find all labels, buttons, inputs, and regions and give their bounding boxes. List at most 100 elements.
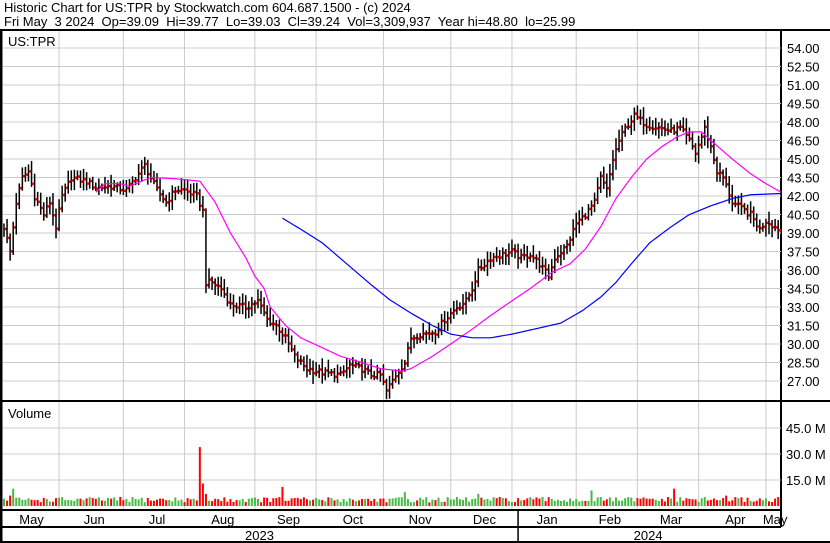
volume-bar [18, 497, 21, 506]
price-tick-label: 37.50 [787, 244, 820, 259]
volume-bar [211, 501, 214, 506]
volume-bar [569, 498, 572, 506]
volume-bar [483, 499, 486, 506]
month-label-oct: Oct [343, 512, 364, 527]
volume-bar [309, 500, 311, 506]
volume-bar [489, 500, 492, 506]
volume-bar [615, 497, 617, 506]
volume-bar [339, 502, 342, 506]
volume-bar [3, 498, 5, 506]
volume-bar [94, 498, 97, 506]
volume-bar [504, 498, 507, 506]
volume-bar [33, 500, 36, 506]
volume-bar [152, 500, 155, 506]
month-label-aug: Aug [211, 512, 234, 527]
price-tick-label: 27.00 [787, 374, 820, 389]
volume-bar [774, 498, 777, 506]
volume-bar [131, 497, 134, 506]
volume-bar [125, 499, 128, 506]
volume-bar [156, 499, 158, 506]
volume-bar [553, 500, 556, 506]
volume-bar [728, 501, 731, 506]
volume-bar [370, 500, 373, 506]
volume-bar [400, 497, 403, 506]
volume-bar [731, 500, 734, 506]
price-tick-label: 45.00 [787, 152, 820, 167]
volume-bar [768, 501, 770, 506]
volume-bar [364, 499, 367, 506]
volume-bar [128, 501, 131, 506]
volume-bar [715, 500, 718, 506]
stock-chart: 54.00 52.50 51.00 49.50 48.00 46.50 45.00 43.50… [0, 29, 830, 543]
price-tick-label: 54.00 [787, 41, 820, 56]
volume-bar [740, 497, 743, 506]
volume-bar [602, 500, 605, 506]
month-label-sep: Sep [277, 512, 300, 527]
volume-bar [474, 498, 477, 506]
volume-bar [538, 498, 541, 506]
volume-bar [440, 501, 443, 506]
volume-bar [394, 497, 397, 506]
volume-bar [471, 499, 474, 506]
symbol-label: US:TPR [8, 34, 56, 49]
volume-bar [746, 497, 749, 506]
volume-bar [361, 498, 364, 506]
volume-bar [27, 498, 30, 506]
volume-bar [12, 488, 15, 506]
volume-bar [468, 501, 471, 506]
volume-bar [486, 498, 489, 506]
volume-bar [61, 497, 64, 506]
volume-bar [682, 500, 685, 506]
volume-bar [434, 500, 437, 506]
volume-bar [238, 500, 241, 506]
volume-bar [229, 499, 232, 506]
volume-bar [269, 501, 272, 506]
volume-bar [697, 501, 700, 506]
volume-bar [673, 488, 676, 506]
volume-bar [36, 499, 39, 506]
volume-bar [220, 500, 223, 506]
volume-bar [676, 501, 679, 506]
volume-bar [688, 498, 691, 506]
volume-bar [177, 500, 180, 506]
volume-bar [204, 493, 207, 506]
volume-bar [122, 500, 125, 506]
volume-bar [605, 499, 608, 506]
volume-bar [443, 501, 446, 506]
volume-bar [700, 498, 703, 506]
volume-bar [462, 500, 464, 506]
volume-bar [406, 499, 409, 506]
volume-bar [593, 501, 596, 506]
volume-bar [48, 501, 51, 506]
volume-bar [743, 501, 746, 506]
volume-bar [712, 498, 715, 506]
volume-bar [501, 498, 504, 506]
volume-bar [312, 499, 315, 506]
volume-bar [529, 497, 532, 506]
volume-bar [648, 498, 651, 506]
price-tick-label: 39.00 [787, 226, 820, 241]
month-label-may: May [763, 512, 788, 527]
volume-bar [21, 499, 24, 506]
volume-bar [691, 499, 694, 506]
volume-bar [299, 499, 302, 506]
volume-bar [611, 501, 614, 506]
volume-bar [192, 498, 195, 506]
volume-bar [266, 497, 269, 506]
volume-bar [143, 502, 146, 506]
volume-bar [633, 501, 636, 506]
volume-bar [764, 498, 767, 506]
volume-bar [507, 501, 510, 506]
volume-bar [198, 447, 201, 506]
price-tick-label: 34.50 [787, 281, 820, 296]
volume-bar [290, 498, 293, 506]
volume-bar [495, 498, 498, 506]
volume-bar [70, 500, 73, 506]
volume-bar [113, 497, 116, 506]
volume-bar [214, 498, 217, 506]
volume-bar [422, 499, 425, 506]
volume-bar [180, 499, 183, 506]
volume-bar [226, 501, 229, 506]
volume-bar [492, 497, 495, 506]
price-tick-label: 49.50 [787, 96, 820, 111]
